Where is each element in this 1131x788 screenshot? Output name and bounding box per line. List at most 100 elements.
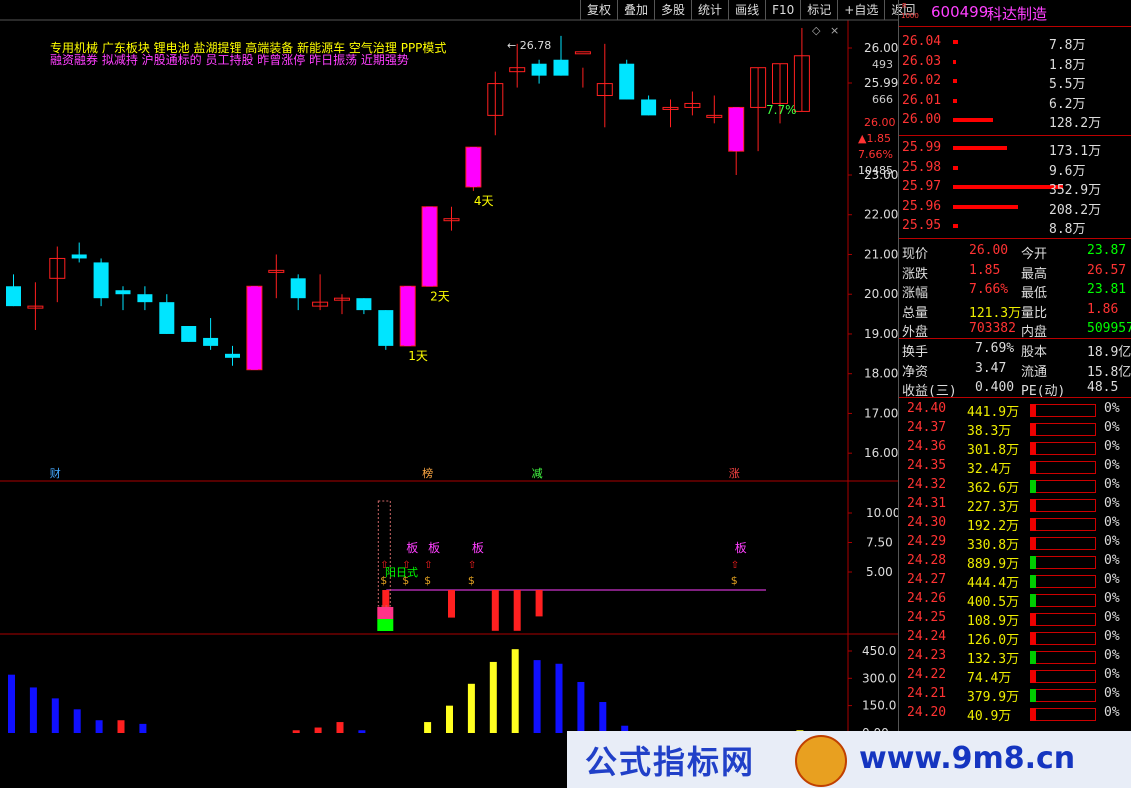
depth-bar-frame bbox=[1030, 442, 1096, 455]
depth-row: 24.25 108.9万 0% bbox=[899, 609, 1131, 629]
depth-volume: 441.9万 bbox=[967, 405, 1020, 420]
candle-body bbox=[137, 294, 153, 303]
arrow-icon: ⇧ bbox=[468, 560, 476, 571]
depth-price: 24.20 bbox=[907, 705, 947, 720]
buy-volume: 352.9万 bbox=[1049, 183, 1102, 198]
buy-price: 25.99 bbox=[902, 140, 942, 155]
buy-volume: 9.6万 bbox=[1049, 163, 1086, 179]
quote-row: 现价 26.00 今开 23.87 bbox=[899, 242, 1131, 262]
quote-row: 涨跌 1.85 最高 26.57 bbox=[899, 262, 1131, 282]
depth-price: 24.35 bbox=[907, 458, 947, 473]
depth-price: 24.23 bbox=[907, 648, 947, 663]
price-tick: 19.00 bbox=[864, 327, 898, 341]
quote-label: 涨幅 bbox=[902, 286, 929, 301]
high-marker: ← 26.78 bbox=[507, 39, 551, 52]
ban-label: 板 bbox=[472, 541, 484, 555]
candle-body bbox=[574, 51, 591, 55]
depth-row: 24.23 132.3万 0% bbox=[899, 647, 1131, 667]
vol-tick: 150.0 bbox=[862, 699, 896, 713]
fund-value: 48.5 bbox=[1087, 380, 1119, 395]
price-tick: 22.00 bbox=[864, 208, 898, 222]
depth-row: 24.27 444.4万 0% bbox=[899, 571, 1131, 591]
buy-volume: 208.2万 bbox=[1049, 202, 1102, 218]
toolbar-item-6[interactable]: 标记 bbox=[800, 0, 837, 20]
indicator-bar bbox=[448, 590, 455, 618]
depth-row: 24.28 889.9万 0% bbox=[899, 552, 1131, 572]
fund-value: 15.8亿 bbox=[1087, 364, 1131, 380]
buy-order-row: 25.99 173.1万 bbox=[899, 139, 1131, 159]
indicator-bar bbox=[513, 590, 521, 631]
quote-label: 今开 bbox=[1021, 247, 1048, 262]
candle-body bbox=[181, 326, 197, 342]
volume-bar bbox=[95, 720, 103, 733]
price-tick: 26.00 bbox=[864, 41, 898, 55]
depth-price: 24.32 bbox=[907, 477, 947, 492]
volume-bar bbox=[555, 663, 563, 733]
price-tick: 20.00 bbox=[864, 287, 898, 301]
depth-bar-frame bbox=[1030, 632, 1096, 645]
sell-order-row: 26.04 7.8万 bbox=[899, 33, 1131, 53]
kline-chart[interactable]: ◇ ×26.0025.9923.0022.0021.0020.0019.0018.… bbox=[0, 0, 898, 788]
candle-body bbox=[356, 298, 372, 311]
depth-bar-frame bbox=[1030, 499, 1096, 512]
toolbar-item-0[interactable]: 复权 bbox=[580, 0, 617, 20]
depth-row: 24.29 330.8万 0% bbox=[899, 533, 1131, 553]
depth-bar-fill bbox=[1030, 499, 1036, 512]
tag-n: 1000 bbox=[901, 12, 919, 20]
depth-bar-fill bbox=[1030, 575, 1036, 588]
volume-bar bbox=[314, 727, 322, 733]
sell-order-row: 26.00 128.2万 bbox=[899, 111, 1131, 131]
depth-price: 24.36 bbox=[907, 439, 947, 454]
price-tick: 17.00 bbox=[864, 406, 898, 420]
depth-price: 24.25 bbox=[907, 610, 947, 625]
depth-pct: 0% bbox=[1104, 572, 1120, 587]
depth-bar-fill bbox=[1030, 689, 1036, 702]
fund-value: 0.400 bbox=[975, 380, 1015, 395]
depth-bar-fill bbox=[1030, 404, 1036, 417]
toolbar-item-5[interactable]: F10 bbox=[765, 0, 800, 20]
depth-volume: 40.9万 bbox=[967, 709, 1012, 724]
fund-value: 18.9亿 bbox=[1087, 345, 1131, 360]
depth-pct: 0% bbox=[1104, 458, 1120, 473]
sell-price: 26.03 bbox=[902, 53, 942, 69]
toolbar-item-4[interactable]: 画线 bbox=[728, 0, 765, 20]
price-tick: 16.00 bbox=[864, 446, 898, 460]
buy-price: 25.96 bbox=[902, 198, 942, 214]
volume-bar bbox=[73, 709, 81, 733]
volume-bar bbox=[29, 687, 37, 733]
indicator-block-top bbox=[377, 607, 394, 619]
ri-label: 阳日式 bbox=[385, 566, 418, 579]
volume-bar bbox=[117, 720, 125, 733]
mid-tick: 7.50 bbox=[866, 536, 893, 550]
volume-bar bbox=[489, 661, 497, 733]
depth-volume: 362.6万 bbox=[967, 481, 1020, 496]
quote-value: 1.85 bbox=[969, 262, 1001, 278]
quote-value: 121.3万 bbox=[969, 305, 1022, 321]
stock-name: 科达制造 bbox=[987, 5, 1048, 23]
sell-volume: 128.2万 bbox=[1049, 116, 1102, 131]
volume-bar bbox=[8, 674, 15, 733]
toolbar-item-2[interactable]: 多股 bbox=[654, 0, 691, 20]
vol-tick: 450.0 bbox=[862, 644, 896, 658]
day-label: 1天 bbox=[408, 349, 428, 363]
info-pct: 7.66% bbox=[858, 148, 893, 161]
toolbar-item-3[interactable]: 统计 bbox=[691, 0, 728, 20]
quote-panel: R 1000 600499 科达制造 26.04 7.8万 26.03 1.8万 26.… bbox=[898, 0, 1131, 788]
indicator-bar bbox=[535, 590, 543, 617]
depth-bar-frame bbox=[1030, 708, 1096, 721]
depth-row: 24.22 74.4万 0% bbox=[899, 666, 1131, 686]
pct-label: 7.7% bbox=[766, 103, 797, 117]
buy-volume: 173.1万 bbox=[1049, 144, 1102, 159]
stock-header: R 1000 600499 科达制造 bbox=[899, 0, 1131, 27]
volume-bar bbox=[511, 649, 519, 733]
volume-bar bbox=[577, 681, 585, 733]
volume-bar bbox=[446, 705, 453, 733]
candle-body bbox=[225, 353, 240, 358]
quote-row: 涨幅 7.66% 最低 23.81 bbox=[899, 281, 1131, 301]
toolbar-item-1[interactable]: 叠加 bbox=[617, 0, 654, 20]
depth-row: 24.32 362.6万 0% bbox=[899, 476, 1131, 496]
depth-volume: 379.9万 bbox=[967, 690, 1020, 705]
depth-row: 24.20 40.9万 0% bbox=[899, 704, 1131, 724]
toolbar-item-7[interactable]: +自选 bbox=[837, 0, 884, 20]
depth-volume: 889.9万 bbox=[967, 557, 1020, 572]
